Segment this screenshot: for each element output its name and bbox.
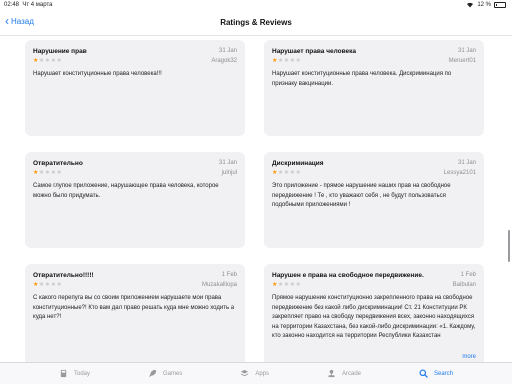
review-author: Baibulan bbox=[452, 282, 476, 288]
review-date: 31 Jan bbox=[218, 160, 237, 166]
review-date: 31 Jan bbox=[218, 48, 237, 54]
star-rating: ★★★★★ bbox=[33, 170, 63, 176]
review-date: 1 Feb bbox=[460, 272, 476, 278]
review-title: Нарушение прав bbox=[33, 48, 87, 55]
review-date: 31 Jan bbox=[457, 48, 476, 54]
status-date: Чт 4 марта bbox=[22, 2, 53, 8]
navigation-bar: ‹ Назад Ratings & Reviews bbox=[0, 10, 512, 36]
review-date: 31 Jan bbox=[457, 160, 476, 166]
arcade-joystick-icon bbox=[328, 369, 335, 378]
scroll-indicator[interactable] bbox=[508, 230, 510, 262]
wifi-icon bbox=[467, 2, 474, 8]
tab-label: Arcade bbox=[341, 370, 361, 377]
tab-label: Games bbox=[162, 370, 183, 377]
battery-percent: 12 % bbox=[477, 2, 491, 8]
review-card[interactable]: Нарушение прав 31 Jan ★★★★★ Aragok32 Нар… bbox=[25, 40, 245, 136]
page-title: Ratings & Reviews bbox=[220, 18, 292, 27]
status-bar: 02:48 Чт 4 марта 12 % bbox=[0, 0, 512, 10]
review-title: Отвратительно bbox=[33, 160, 83, 167]
review-card[interactable]: Дискриминация 31 Jan ★★★★★ Lessya2101 Эт… bbox=[264, 152, 484, 248]
tab-arcade[interactable]: Arcade bbox=[327, 369, 361, 378]
review-author: Meruert01 bbox=[448, 58, 476, 64]
review-author: Muzakalliopa bbox=[201, 282, 237, 288]
apps-stack-icon bbox=[241, 369, 249, 377]
star-rating: ★★★★★ bbox=[33, 282, 63, 288]
review-title: Отвратительно!!!!! bbox=[33, 272, 94, 279]
review-author: Aragok32 bbox=[211, 58, 237, 64]
review-date: 1 Feb bbox=[221, 272, 237, 278]
tab-search[interactable]: Search bbox=[419, 369, 453, 378]
battery-icon bbox=[494, 2, 506, 8]
tab-games[interactable]: Games bbox=[148, 369, 182, 378]
status-right: 12 % bbox=[466, 2, 506, 8]
review-author: Lessya2101 bbox=[443, 170, 476, 176]
more-link[interactable]: more bbox=[458, 354, 476, 360]
today-icon bbox=[60, 369, 67, 378]
star-rating: ★★★★★ bbox=[272, 58, 302, 64]
tab-label: Search bbox=[433, 370, 453, 377]
review-title: Нарушен е права на свободное передвижени… bbox=[272, 272, 424, 279]
games-rocket-icon bbox=[148, 369, 157, 378]
star-rating: ★★★★★ bbox=[272, 282, 302, 288]
review-title: Дискриминация bbox=[272, 160, 324, 167]
tab-label: Today bbox=[73, 370, 90, 377]
review-card[interactable]: Нарушает права человека 31 Jan ★★★★★ Mer… bbox=[264, 40, 484, 136]
review-body: Нарушает конституционные права человека!… bbox=[33, 71, 162, 77]
tab-bar: Today Games Apps Arcade Search bbox=[0, 362, 512, 384]
review-card[interactable]: Отвратительно 31 Jan ★★★★★ julnjul Самое… bbox=[25, 152, 245, 248]
status-time: 02:48 bbox=[4, 2, 20, 8]
review-body: С какого перепуга вы со своим приложение… bbox=[33, 295, 235, 320]
review-body: Это приложение - прямое нарушение наших … bbox=[272, 183, 451, 208]
status-time-date: 02:48 Чт 4 марта bbox=[4, 2, 52, 8]
review-title: Нарушает права человека bbox=[272, 48, 356, 55]
search-icon bbox=[419, 369, 428, 378]
tab-today[interactable]: Today bbox=[59, 369, 90, 378]
review-body: Прямое нарушение конституционно закрепле… bbox=[272, 295, 476, 339]
review-author: julnjul bbox=[221, 170, 237, 176]
star-rating: ★★★★★ bbox=[33, 58, 63, 64]
star-rating: ★★★★★ bbox=[272, 170, 302, 176]
tab-label: Apps bbox=[255, 370, 269, 377]
review-body: Самое глупое приложение, нарушающее прав… bbox=[33, 183, 219, 199]
tab-apps[interactable]: Apps bbox=[240, 369, 269, 378]
review-body: Нарушает конституционные права человека.… bbox=[272, 71, 452, 87]
